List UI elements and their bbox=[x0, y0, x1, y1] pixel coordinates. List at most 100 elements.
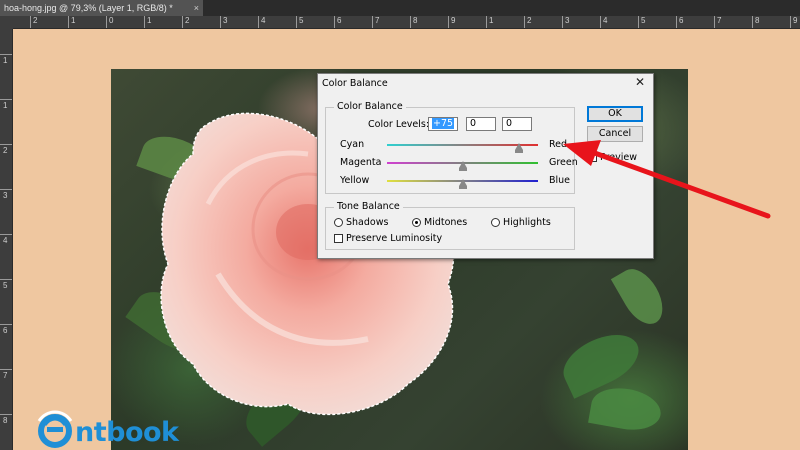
ruler-tick: 6 bbox=[676, 16, 683, 28]
slider-left-label: Magenta bbox=[340, 157, 382, 168]
color-balance-group-legend: Color Balance bbox=[334, 101, 406, 112]
ruler-tick: 6 bbox=[0, 324, 12, 337]
ntbook-logo-icon bbox=[37, 410, 73, 448]
vertical-ruler[interactable]: 1 1 2 3 4 5 6 7 8 bbox=[0, 29, 13, 450]
ruler-corner bbox=[0, 16, 13, 29]
ruler-tick-label: 4 bbox=[261, 16, 266, 25]
ruler-tick-label: 6 bbox=[337, 16, 342, 25]
tone-balance-group: Tone Balance Shadows Midtones Highlights… bbox=[325, 201, 575, 250]
ruler-tick: 8 bbox=[0, 414, 12, 427]
ruler-tick: 8 bbox=[752, 16, 759, 28]
preserve-luminosity-checkbox[interactable] bbox=[334, 234, 343, 243]
ruler-tick-label: 1 bbox=[71, 16, 76, 25]
slider-right-label: Blue bbox=[549, 175, 571, 186]
preview-checkbox[interactable] bbox=[588, 153, 597, 162]
horizontal-ruler[interactable]: 210123456789123456789101112 bbox=[0, 16, 800, 29]
color-level-yellow-blue-input[interactable]: 0 bbox=[502, 117, 532, 131]
ruler-tick: 4 bbox=[600, 16, 607, 28]
ruler-tick-label: 4 bbox=[603, 16, 608, 25]
ruler-tick: 3 bbox=[0, 189, 12, 202]
ruler-tick-label: 8 bbox=[3, 416, 8, 425]
cancel-button[interactable]: Cancel bbox=[587, 126, 643, 142]
shadows-radio[interactable] bbox=[334, 218, 343, 227]
slider-thumb[interactable] bbox=[515, 143, 524, 153]
ruler-tick: 5 bbox=[0, 279, 12, 292]
ruler-tick: 2 bbox=[30, 16, 37, 28]
color-balance-dialog: Color Balance ✕ Color Balance Color Leve… bbox=[317, 73, 654, 259]
magenta-green-slider[interactable]: Magenta Green bbox=[326, 157, 581, 171]
document-tab[interactable]: hoa-hong.jpg @ 79,3% (Layer 1, RGB/8) * … bbox=[0, 0, 203, 16]
ruler-tick: 7 bbox=[714, 16, 721, 28]
ruler-tick: 1 bbox=[144, 16, 151, 28]
tone-balance-group-legend: Tone Balance bbox=[334, 201, 403, 212]
ruler-tick-label: 1 bbox=[147, 16, 152, 25]
slider-left-label: Cyan bbox=[340, 139, 365, 150]
preview-label[interactable]: Preview bbox=[600, 152, 637, 163]
ruler-tick-label: 0 bbox=[109, 16, 114, 25]
ruler-tick: 0 bbox=[106, 16, 113, 28]
ruler-tick-label: 2 bbox=[33, 16, 38, 25]
highlights-radio[interactable] bbox=[491, 218, 500, 227]
color-levels-label: Color Levels: bbox=[368, 119, 430, 130]
slider-thumb[interactable] bbox=[458, 179, 467, 189]
ruler-tick-label: 7 bbox=[3, 371, 8, 380]
leaf-shape bbox=[610, 261, 672, 332]
cyan-red-slider[interactable]: Cyan Red bbox=[326, 139, 581, 153]
ruler-tick: 1 bbox=[486, 16, 493, 28]
document-tab-bar: hoa-hong.jpg @ 79,3% (Layer 1, RGB/8) * … bbox=[0, 0, 800, 16]
ruler-tick: 4 bbox=[258, 16, 265, 28]
highlights-label[interactable]: Highlights bbox=[503, 217, 551, 228]
ruler-tick: 9 bbox=[790, 16, 797, 28]
ruler-tick: 2 bbox=[0, 144, 12, 157]
color-level-magenta-green-input[interactable]: 0 bbox=[466, 117, 496, 131]
ruler-tick-label: 9 bbox=[793, 16, 798, 25]
ruler-tick-label: 2 bbox=[3, 146, 8, 155]
ruler-tick: 6 bbox=[334, 16, 341, 28]
ruler-tick-label: 1 bbox=[3, 56, 8, 65]
ruler-tick-label: 5 bbox=[3, 281, 8, 290]
slider-left-label: Yellow bbox=[340, 175, 370, 186]
ntbook-logo: ntbook bbox=[33, 407, 179, 450]
ruler-tick-label: 1 bbox=[3, 101, 8, 110]
ruler-tick: 1 bbox=[0, 99, 12, 112]
leaf-shape bbox=[588, 383, 664, 435]
tab-close-icon[interactable]: × bbox=[194, 0, 199, 16]
color-level-cyan-red-input[interactable]: +75 bbox=[428, 117, 458, 131]
ruler-tick-label: 2 bbox=[185, 16, 190, 25]
ruler-tick-label: 6 bbox=[3, 326, 8, 335]
ruler-tick-label: 8 bbox=[755, 16, 760, 25]
ruler-tick-label: 4 bbox=[3, 236, 8, 245]
ruler-tick-label: 7 bbox=[717, 16, 722, 25]
ruler-tick-label: 3 bbox=[223, 16, 228, 25]
ruler-tick: 2 bbox=[524, 16, 531, 28]
ruler-tick: 2 bbox=[182, 16, 189, 28]
leaf-shape bbox=[555, 324, 647, 399]
ruler-tick-label: 2 bbox=[527, 16, 532, 25]
ruler-tick-label: 5 bbox=[299, 16, 304, 25]
document-tab-title: hoa-hong.jpg @ 79,3% (Layer 1, RGB/8) * bbox=[4, 3, 173, 13]
ruler-tick-label: 9 bbox=[451, 16, 456, 25]
dialog-title: Color Balance bbox=[322, 78, 388, 89]
midtones-label[interactable]: Midtones bbox=[424, 217, 467, 228]
ruler-tick: 5 bbox=[638, 16, 645, 28]
slider-thumb[interactable] bbox=[458, 161, 467, 171]
ruler-tick-label: 3 bbox=[3, 191, 8, 200]
slider-right-label: Red bbox=[549, 139, 568, 150]
ruler-tick-label: 6 bbox=[679, 16, 684, 25]
ntbook-logo-text: ntbook bbox=[75, 417, 179, 448]
ruler-tick: 3 bbox=[220, 16, 227, 28]
color-balance-group: Color Balance Color Levels: +75 0 0 Cyan… bbox=[325, 101, 578, 194]
midtones-radio[interactable] bbox=[412, 218, 421, 227]
preserve-luminosity-label[interactable]: Preserve Luminosity bbox=[346, 233, 442, 244]
ruler-tick-label: 5 bbox=[641, 16, 646, 25]
ruler-tick: 7 bbox=[0, 369, 12, 382]
close-icon[interactable]: ✕ bbox=[635, 75, 645, 89]
ruler-tick: 4 bbox=[0, 234, 12, 247]
ruler-tick-label: 3 bbox=[565, 16, 570, 25]
ruler-tick-label: 1 bbox=[489, 16, 494, 25]
ruler-tick: 5 bbox=[296, 16, 303, 28]
yellow-blue-slider[interactable]: Yellow Blue bbox=[326, 175, 581, 189]
ruler-tick: 1 bbox=[68, 16, 75, 28]
ok-button[interactable]: OK bbox=[587, 106, 643, 122]
shadows-label[interactable]: Shadows bbox=[346, 217, 388, 228]
